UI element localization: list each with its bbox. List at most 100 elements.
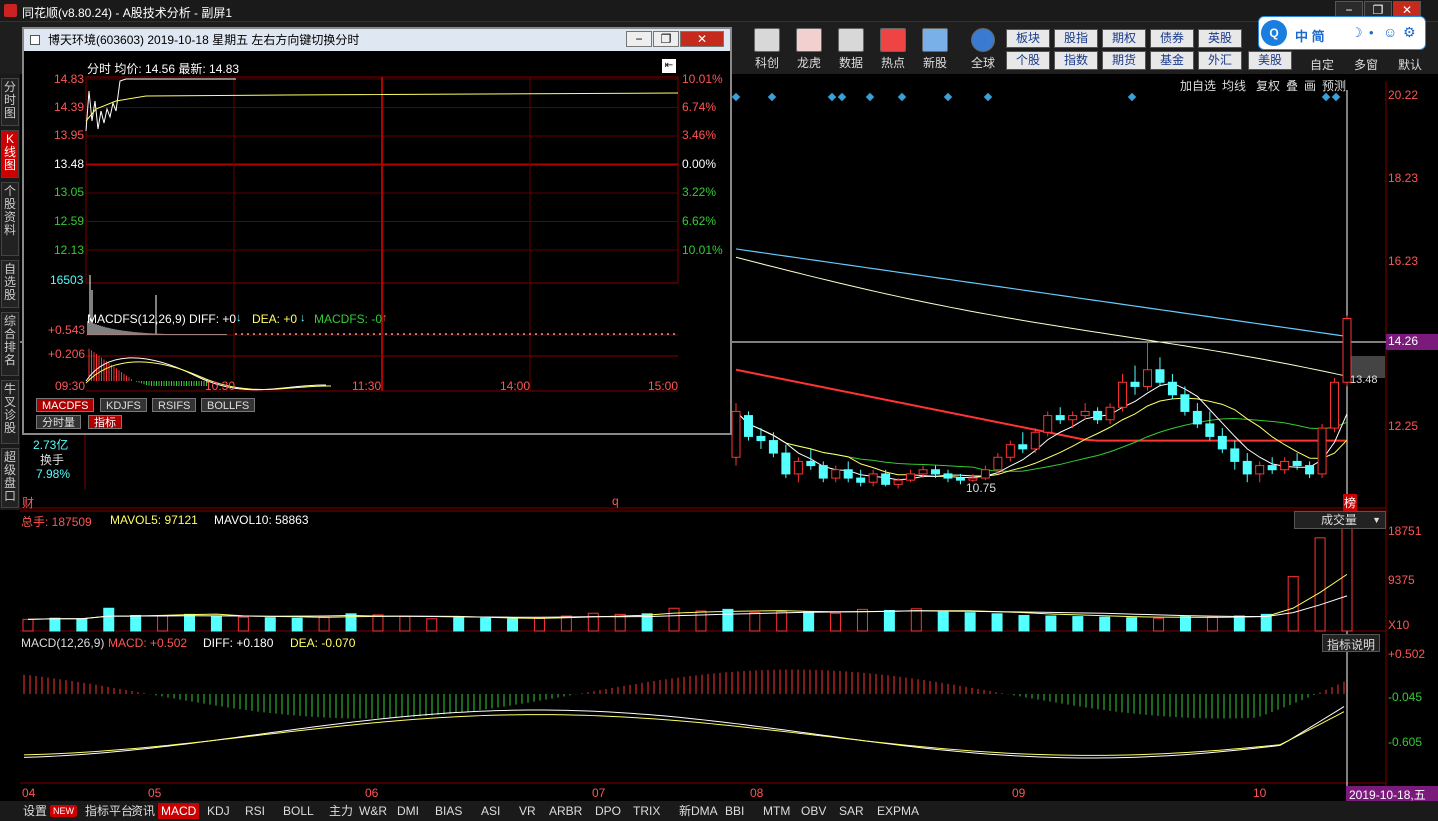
popup-titlebar[interactable]: 博天环境(603603) 2019-10-18 星期五 左右方向键切换分时 − … <box>24 29 730 51</box>
market-waihui[interactable]: 外汇 <box>1198 51 1242 70</box>
volume-bar <box>1206 616 1218 632</box>
settings-icon[interactable]: ⚙ <box>1403 24 1416 41</box>
indicator-help-button[interactable]: 指标说明 <box>1322 634 1381 652</box>
tool-ziding[interactable]: 自定 <box>1310 56 1334 73</box>
vol-ma10-line <box>27 595 1348 620</box>
indicator-tab-22[interactable]: EXPMA <box>874 803 922 819</box>
indicator-tab-21[interactable]: SAR <box>836 803 867 819</box>
arrow-down-icon: ↓ <box>300 312 306 324</box>
nav-fenshi-label: 分时图 <box>3 80 16 120</box>
candle-body <box>818 465 828 479</box>
back-arrow-icon[interactable]: ⇤ <box>662 59 676 73</box>
indicator-tab-4[interactable]: MACD <box>158 803 200 819</box>
nav-zixuan[interactable]: 自选股 <box>1 260 19 308</box>
indicator-tab-13[interactable]: VR <box>516 803 539 819</box>
btn-junxian[interactable]: 均线 <box>1222 77 1246 94</box>
nav-chaoji-pankou[interactable]: 超级盘口 <box>1 448 19 508</box>
toolbar-longhu[interactable]: 龙虎 <box>790 28 828 71</box>
indicator-tab-8[interactable]: 主力 <box>326 803 356 819</box>
pop-ind-tick-1: +0.206 <box>48 347 86 361</box>
marker-cai: 财 <box>22 496 35 510</box>
macd-tick-2: -0.605 <box>1388 735 1423 749</box>
tab-fenshiliang[interactable]: 分时量 <box>36 415 81 429</box>
market-meigu[interactable]: 美股 <box>1248 51 1292 70</box>
indicator-tab-16[interactable]: TRIX <box>630 803 663 819</box>
indicator-tab-18[interactable]: BBI <box>722 803 747 819</box>
volume-bar <box>291 617 303 632</box>
toolbar-quanqiu[interactable]: 全球 <box>964 28 1002 71</box>
indicator-tab-15[interactable]: DPO <box>592 803 624 819</box>
indicator-tab-14[interactable]: ARBR <box>546 803 585 819</box>
market-gegu[interactable]: 个股 <box>1006 51 1050 70</box>
tab-zhibiao[interactable]: 指标 <box>88 415 122 429</box>
indicator-tab-7[interactable]: BOLL <box>280 803 317 819</box>
market-qihuo[interactable]: 期货 <box>1102 51 1146 70</box>
nav-zonghe-paiming[interactable]: 综合排名 <box>1 312 19 376</box>
btn-fuquan[interactable]: 复权 <box>1256 77 1280 94</box>
nav-gegu-ziliao[interactable]: 个股资料 <box>1 182 19 256</box>
market-jijin[interactable]: 基金 <box>1150 51 1194 70</box>
event-diamond-icon <box>767 92 777 102</box>
nav-niucha[interactable]: 牛叉诊股 <box>1 380 19 444</box>
tool-duochuang[interactable]: 多窗 <box>1354 56 1378 73</box>
popup-restore-button[interactable]: ❐ <box>653 31 679 47</box>
indicator-tab-1[interactable]: NEW <box>50 805 77 817</box>
tab-bollfs[interactable]: BOLLFS <box>201 398 256 412</box>
tab-rsifs[interactable]: RSIFS <box>152 398 197 412</box>
volume-bar <box>1099 616 1111 632</box>
nav-fenshi[interactable]: 分时图 <box>1 78 19 126</box>
candle-body <box>831 469 841 479</box>
moon-icon[interactable]: ☽ <box>1351 25 1363 41</box>
event-diamond-icon <box>1331 92 1341 102</box>
market-guzhi[interactable]: 股指 <box>1054 29 1098 48</box>
indicator-tab-9[interactable]: W&R <box>356 803 390 819</box>
indicator-tab-11[interactable]: BIAS <box>432 803 465 819</box>
pop-price-0: 14.83 <box>54 72 85 86</box>
toolbar-shuju[interactable]: 数据 <box>832 28 870 71</box>
search-mode-label: 中 简 <box>1295 29 1325 44</box>
candle-body <box>1030 431 1040 450</box>
volume-bar <box>372 614 384 632</box>
search-box[interactable]: Q 中 简 ☽ • ☺ ⚙ <box>1258 16 1426 50</box>
indicator-tab-5[interactable]: KDJ <box>204 803 233 819</box>
toolbar-kechuang-label: 科创 <box>754 56 779 70</box>
intraday-popup[interactable]: 博天环境(603603) 2019-10-18 星期五 左右方向键切换分时 − … <box>22 27 732 435</box>
btn-die[interactable]: 叠 <box>1286 77 1298 94</box>
btn-hua[interactable]: 画 <box>1304 77 1316 94</box>
volume-dropdown[interactable]: 成交量 ▼ <box>1294 511 1386 529</box>
tool-moren[interactable]: 默认 <box>1398 56 1422 73</box>
tab-macdfs[interactable]: MACDFS <box>36 398 95 412</box>
btn-jiazixuan[interactable]: 加自选 <box>1180 77 1216 94</box>
toolbar-kechuang[interactable]: 科创 <box>748 28 786 71</box>
nav-kline[interactable]: K线图 <box>1 130 19 178</box>
volume-bar <box>991 613 1003 632</box>
market-qiquan[interactable]: 期权 <box>1102 29 1146 48</box>
indicator-tab-3[interactable]: 资讯 <box>128 803 158 819</box>
tab-kdjfs[interactable]: KDJFS <box>100 398 147 412</box>
btn-yuce[interactable]: 预测 <box>1322 77 1346 94</box>
dot-icon[interactable]: • <box>1369 25 1374 40</box>
smiley-icon[interactable]: ☺ <box>1383 24 1397 40</box>
vol-ma5-line <box>27 573 1348 620</box>
popup-minimize-button[interactable]: − <box>626 31 652 47</box>
market-yinggu[interactable]: 英股 <box>1198 29 1242 48</box>
indicator-tab-17[interactable]: 新DMA <box>676 803 721 819</box>
market-bankuai[interactable]: 板块 <box>1006 29 1050 48</box>
indicator-tab-20[interactable]: OBV <box>798 803 829 819</box>
market-zhishu[interactable]: 指数 <box>1054 51 1098 70</box>
indicator-tab-0[interactable]: 设置 <box>20 803 50 819</box>
market-zhaiquan[interactable]: 债券 <box>1150 29 1194 48</box>
volume-bar <box>695 610 707 632</box>
volume-bar <box>1233 615 1245 632</box>
indicator-tab-10[interactable]: DMI <box>394 803 422 819</box>
indicator-tab-12[interactable]: ASI <box>478 803 503 819</box>
candle-body <box>768 440 778 454</box>
nav-zonghe-label: 综合排名 <box>3 314 16 367</box>
toolbar-redian[interactable]: 热点 <box>874 28 912 71</box>
pop-price-4: 13.05 <box>54 185 85 199</box>
indicator-tab-6[interactable]: RSI <box>242 803 268 819</box>
popup-close-button[interactable]: ✕ <box>680 31 724 47</box>
marker-bang: 榜 <box>1343 494 1358 511</box>
toolbar-xingu[interactable]: 新股 <box>916 28 954 71</box>
indicator-tab-19[interactable]: MTM <box>760 803 793 819</box>
